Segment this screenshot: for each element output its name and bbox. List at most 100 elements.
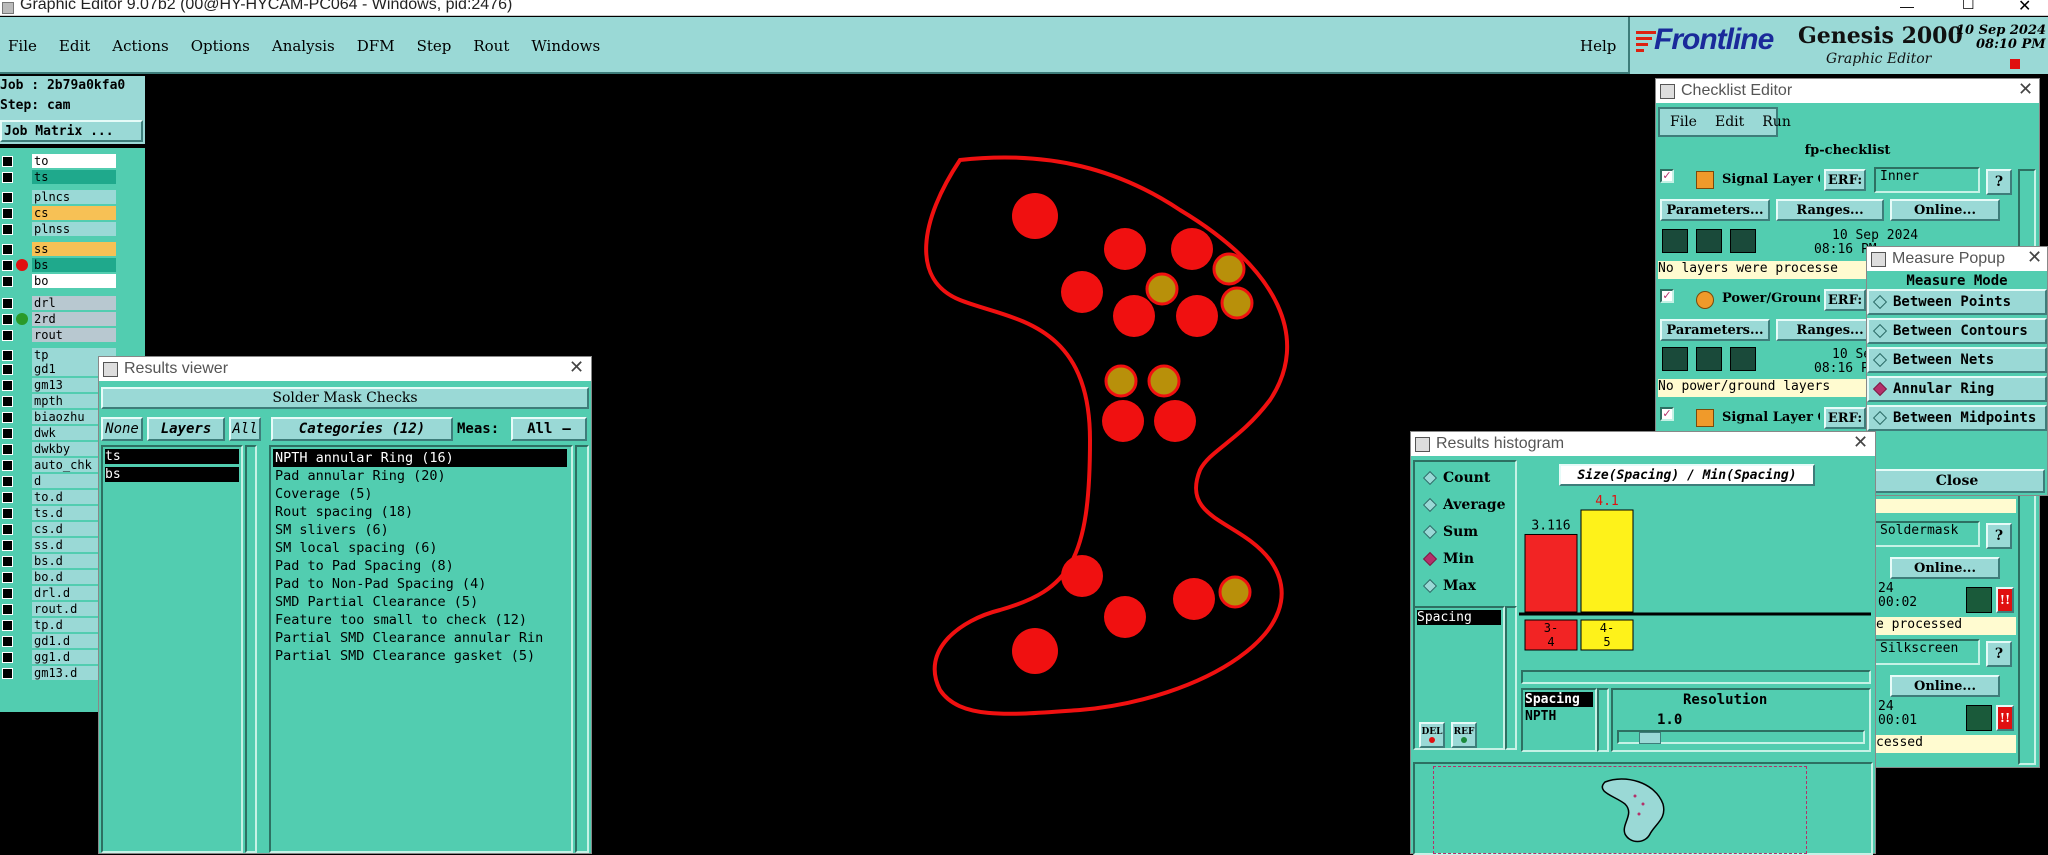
- menu-step[interactable]: Step: [417, 37, 452, 55]
- layer-row-to[interactable]: to: [0, 154, 116, 168]
- measure-option-between-contours[interactable]: Between Contours: [1867, 318, 2047, 344]
- histogram-option-max[interactable]: Max: [1419, 576, 1476, 596]
- layer-row-bs[interactable]: bs: [0, 258, 116, 272]
- layer-result-list[interactable]: ts bs: [101, 445, 243, 853]
- layer-checkbox[interactable]: [2, 540, 13, 551]
- layer-checkbox[interactable]: [2, 396, 13, 407]
- close-icon[interactable]: ✕: [2018, 79, 2033, 100]
- histogram-option-min[interactable]: Min: [1419, 549, 1474, 569]
- category-item[interactable]: NPTH annular Ring (16): [273, 449, 567, 467]
- layer-checkbox[interactable]: [2, 364, 13, 375]
- run-icon[interactable]: [1696, 229, 1722, 253]
- erf-value-field[interactable]: Silkscreen: [1874, 639, 1980, 665]
- run-icon[interactable]: [1662, 229, 1688, 253]
- close-window-icon[interactable]: ✕: [2018, 0, 2031, 15]
- layer-name[interactable]: bs: [32, 258, 116, 272]
- layer-name[interactable]: drl: [32, 296, 116, 310]
- erf-value-field[interactable]: Soldermask: [1874, 521, 1980, 547]
- histogram-option-count[interactable]: Count: [1419, 468, 1490, 488]
- menu-options[interactable]: Options: [191, 37, 250, 55]
- run-icon[interactable]: [1696, 347, 1722, 371]
- help-button[interactable]: ?: [1986, 523, 2012, 549]
- layer-checkbox[interactable]: [2, 524, 13, 535]
- layer-name[interactable]: 2rd: [32, 312, 116, 326]
- layer-checkbox[interactable]: [2, 208, 13, 219]
- histogram-column-scrollbar[interactable]: [1597, 688, 1609, 752]
- layer-name[interactable]: cs: [32, 206, 116, 220]
- category-item[interactable]: SM local spacing (6): [273, 539, 567, 557]
- layer-checkbox[interactable]: [2, 260, 13, 271]
- menu-rout[interactable]: Rout: [473, 37, 509, 55]
- close-icon[interactable]: ✕: [1853, 432, 1868, 453]
- checklist-menu-file[interactable]: File: [1670, 114, 1697, 130]
- layer-checkbox[interactable]: [2, 314, 13, 325]
- zoom-icon[interactable]: [1966, 587, 1992, 613]
- histogram-option-average[interactable]: Average: [1419, 495, 1505, 515]
- categories-button[interactable]: Categories (12): [271, 417, 453, 441]
- alert-button[interactable]: !!: [1996, 705, 2014, 731]
- menu-windows[interactable]: Windows: [531, 37, 600, 55]
- checklist-enable-checkbox[interactable]: ✓: [1660, 407, 1674, 421]
- ranges-button[interactable]: Ranges...: [1776, 199, 1884, 221]
- layer-checkbox[interactable]: [2, 444, 13, 455]
- layer-checkbox[interactable]: [2, 668, 13, 679]
- layer-checkbox[interactable]: [2, 588, 13, 599]
- spacing-list-item[interactable]: Spacing: [1417, 610, 1501, 625]
- layer-row-plncs[interactable]: plncs: [0, 190, 116, 204]
- close-button[interactable]: Close: [1869, 469, 2045, 493]
- run-icon[interactable]: [1730, 229, 1756, 253]
- layer-checkbox[interactable]: [2, 330, 13, 341]
- measure-option-between-nets[interactable]: Between Nets: [1867, 347, 2047, 373]
- parameters-button[interactable]: Parameters...: [1660, 199, 1770, 221]
- layer-checkbox[interactable]: [2, 298, 13, 309]
- layer-result-item[interactable]: bs: [105, 467, 239, 482]
- category-scrollbar[interactable]: [575, 445, 589, 853]
- layer-name[interactable]: bo: [32, 274, 116, 288]
- layer-checkbox[interactable]: [2, 276, 13, 287]
- category-item[interactable]: SM slivers (6): [273, 521, 567, 539]
- category-item[interactable]: Partial SMD Clearance annular Rin: [273, 629, 567, 647]
- maximize-icon[interactable]: ☐: [1962, 0, 1975, 13]
- category-item[interactable]: Pad to Non-Pad Spacing (4): [273, 575, 567, 593]
- histogram-list-scrollbar[interactable]: [1505, 606, 1517, 750]
- layer-name[interactable]: ts: [32, 170, 116, 184]
- layer-checkbox[interactable]: [2, 636, 13, 647]
- layer-row-drl[interactable]: drl: [0, 296, 116, 310]
- layer-name[interactable]: plnss: [32, 222, 116, 236]
- layer-checkbox[interactable]: [2, 508, 13, 519]
- layer-row-ss[interactable]: ss: [0, 242, 116, 256]
- category-list[interactable]: NPTH annular Ring (16) Pad annular Ring (…: [269, 445, 573, 853]
- online-button[interactable]: Online...: [1890, 675, 2000, 697]
- run-icon[interactable]: [1730, 347, 1756, 371]
- erf-value-field[interactable]: Inner: [1874, 167, 1980, 193]
- menu-edit[interactable]: Edit: [59, 37, 90, 55]
- layer-name[interactable]: to: [32, 154, 116, 168]
- layer-checkbox[interactable]: [2, 380, 13, 391]
- zoom-icon[interactable]: [1966, 705, 1992, 731]
- online-button[interactable]: Online...: [1890, 199, 2000, 221]
- layer-row-bo[interactable]: bo: [0, 274, 116, 288]
- help-button[interactable]: ?: [1986, 641, 2012, 667]
- layer-checkbox[interactable]: [2, 492, 13, 503]
- close-icon[interactable]: ✕: [569, 357, 584, 378]
- menu-file[interactable]: File: [8, 37, 37, 55]
- resolution-slider-thumb[interactable]: [1639, 732, 1661, 744]
- run-icon[interactable]: [1662, 347, 1688, 371]
- histogram-option-sum[interactable]: Sum: [1419, 522, 1478, 542]
- category-item[interactable]: Feature too small to check (12): [273, 611, 567, 629]
- layer-row-cs[interactable]: cs: [0, 206, 116, 220]
- help-button[interactable]: ?: [1986, 169, 2012, 195]
- meas-select[interactable]: All –: [511, 417, 587, 441]
- layer-checkbox[interactable]: [2, 620, 13, 631]
- layer-checkbox[interactable]: [2, 556, 13, 567]
- category-item[interactable]: SMD Partial Clearance (5): [273, 593, 567, 611]
- online-button[interactable]: Online...: [1890, 557, 2000, 579]
- layer-list-scrollbar[interactable]: [245, 445, 257, 853]
- job-matrix-button[interactable]: Job Matrix ...: [0, 120, 143, 142]
- measure-option-between-midpoints[interactable]: Between Midpoints: [1867, 405, 2047, 431]
- layer-checkbox[interactable]: [2, 224, 13, 235]
- alert-button[interactable]: !!: [1996, 587, 2014, 613]
- window-menu-icon[interactable]: [1871, 251, 1886, 267]
- close-icon[interactable]: ✕: [2027, 247, 2042, 268]
- layer-checkbox[interactable]: [2, 192, 13, 203]
